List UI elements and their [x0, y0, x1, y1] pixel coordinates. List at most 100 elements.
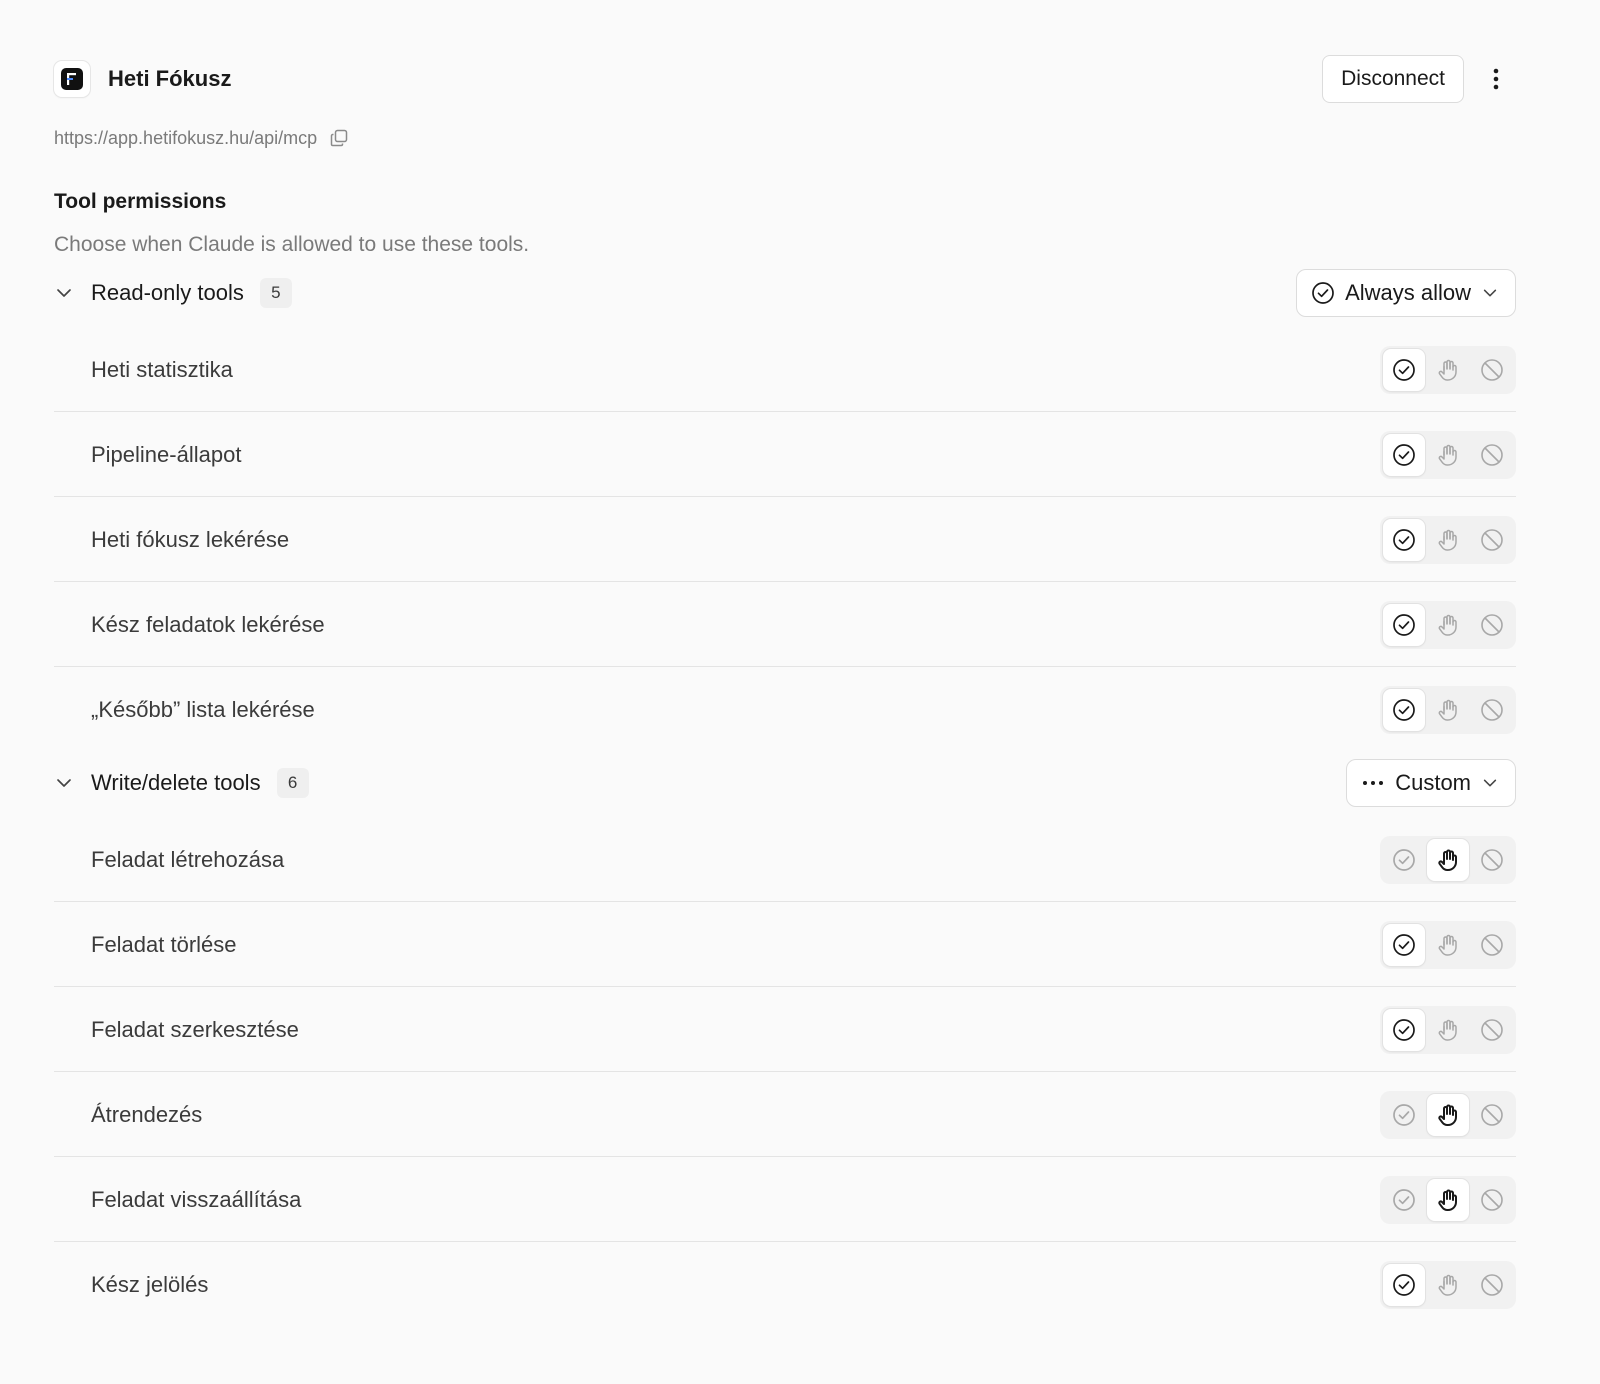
tool-count-badge: 5	[259, 278, 292, 308]
tool-row: Pipeline-állapot	[54, 413, 1516, 497]
tool-row: Kész jelölés	[54, 1243, 1516, 1327]
block-icon	[1481, 1188, 1503, 1211]
tool-name: Heti fókusz lekérése	[91, 526, 290, 552]
disconnect-button[interactable]: Disconnect	[1322, 55, 1464, 103]
ellipsis-icon	[1363, 781, 1384, 785]
allow-button[interactable]	[1383, 1179, 1425, 1221]
tool-permissions-description: Choose when Claude is allowed to use the…	[54, 233, 530, 256]
allow-button[interactable]	[1383, 839, 1425, 881]
hand-icon	[1438, 444, 1457, 466]
connector-header: Heti Fókusz Disconnect	[54, 55, 1516, 103]
tool-name: Feladat létrehozása	[91, 846, 285, 872]
block-button[interactable]	[1471, 924, 1513, 966]
group-policy-dropdown[interactable]: Always allow	[1296, 269, 1516, 317]
ask-button[interactable]	[1427, 604, 1469, 646]
permission-segmented-control	[1380, 1005, 1516, 1054]
ask-button[interactable]	[1427, 838, 1469, 881]
hand-icon	[1438, 529, 1457, 551]
allow-button[interactable]	[1383, 1094, 1425, 1136]
tool-row: Heti statisztika	[54, 328, 1516, 412]
tool-permissions-title: Tool permissions	[54, 190, 227, 213]
connector-url-row: https://app.hetifokusz.hu/api/mcp	[54, 126, 349, 150]
permission-segmented-control	[1380, 430, 1516, 479]
permission-segmented-control	[1380, 345, 1516, 394]
block-button[interactable]	[1471, 434, 1513, 476]
tool-row: Feladat létrehozása	[54, 818, 1516, 902]
block-icon	[1481, 528, 1503, 551]
check-circle-icon	[1393, 528, 1415, 551]
ask-button[interactable]	[1427, 1093, 1469, 1136]
hand-icon	[1438, 359, 1457, 381]
copy-icon[interactable]	[329, 128, 349, 148]
permission-segmented-control	[1380, 1090, 1516, 1139]
allow-button[interactable]	[1383, 603, 1425, 646]
tool-name: Pipeline-állapot	[91, 441, 242, 467]
ask-button[interactable]	[1427, 1178, 1469, 1221]
permission-segmented-control	[1380, 835, 1516, 884]
allow-button[interactable]	[1383, 348, 1425, 391]
check-circle-icon	[1393, 613, 1415, 636]
block-button[interactable]	[1471, 349, 1513, 391]
block-button[interactable]	[1471, 1094, 1513, 1136]
allow-button[interactable]	[1383, 518, 1425, 561]
chevron-down-icon	[1483, 289, 1497, 297]
group-policy-dropdown[interactable]: Custom	[1346, 759, 1516, 807]
group-label: Write/delete tools	[91, 770, 261, 795]
allow-button[interactable]	[1383, 1264, 1425, 1306]
tool-name: Feladat törlése	[91, 931, 237, 957]
permission-segmented-control	[1380, 515, 1516, 564]
hand-icon	[1438, 699, 1457, 721]
ask-button[interactable]	[1427, 519, 1469, 561]
check-circle-icon	[1393, 1188, 1415, 1211]
ask-button[interactable]	[1427, 1009, 1469, 1051]
block-button[interactable]	[1471, 1264, 1513, 1306]
check-circle-icon	[1393, 1018, 1415, 1041]
tool-name: Átrendezés	[91, 1101, 203, 1127]
block-button[interactable]	[1471, 839, 1513, 881]
block-button[interactable]	[1471, 1009, 1513, 1051]
block-button[interactable]	[1471, 1179, 1513, 1221]
allow-button[interactable]	[1383, 433, 1425, 476]
tool-name: Heti statisztika	[91, 356, 233, 382]
more-options-button[interactable]	[1476, 56, 1516, 102]
tool-row: Feladat szerkesztése	[54, 988, 1516, 1072]
app-logo-icon	[61, 68, 83, 90]
connector-url: https://app.hetifokusz.hu/api/mcp	[54, 127, 318, 148]
chevron-down-icon[interactable]	[54, 283, 82, 303]
ask-button[interactable]	[1427, 1264, 1469, 1306]
connector-settings-page: Heti Fókusz Disconnect https://app.hetif…	[0, 0, 1600, 1384]
group-policy-label: Always allow	[1345, 280, 1471, 305]
tool-row: Heti fókusz lekérése	[54, 498, 1516, 582]
block-icon	[1481, 699, 1503, 721]
block-button[interactable]	[1471, 519, 1513, 561]
check-circle-icon	[1393, 933, 1415, 956]
chevron-down-icon[interactable]	[54, 773, 82, 793]
ask-button[interactable]	[1427, 349, 1469, 391]
block-icon	[1481, 848, 1503, 871]
hand-icon	[1438, 1274, 1457, 1296]
ask-button[interactable]	[1427, 924, 1469, 966]
connector-name: Heti Fókusz	[108, 66, 232, 91]
ask-button[interactable]	[1427, 434, 1469, 476]
block-icon	[1481, 1274, 1503, 1296]
tool-name: Kész feladatok lekérése	[91, 611, 325, 637]
hand-icon	[1438, 1019, 1457, 1041]
block-icon	[1481, 933, 1503, 956]
check-circle-icon	[1393, 699, 1415, 721]
allow-button[interactable]	[1383, 689, 1425, 731]
allow-button[interactable]	[1383, 923, 1425, 966]
hand-icon	[1438, 1189, 1457, 1211]
hand-icon	[1438, 849, 1457, 871]
ask-button[interactable]	[1427, 689, 1469, 731]
group-policy-label: Custom	[1395, 770, 1471, 795]
permission-segmented-control	[1380, 686, 1516, 734]
check-circle-icon	[1393, 848, 1415, 871]
permission-segmented-control	[1380, 600, 1516, 649]
block-button[interactable]	[1471, 604, 1513, 646]
block-button[interactable]	[1471, 689, 1513, 731]
check-circle-icon	[1393, 443, 1415, 466]
chevron-down-icon	[1483, 779, 1497, 787]
vertical-ellipsis-icon	[1493, 68, 1499, 90]
check-circle-icon	[1312, 282, 1334, 304]
allow-button[interactable]	[1383, 1008, 1425, 1051]
